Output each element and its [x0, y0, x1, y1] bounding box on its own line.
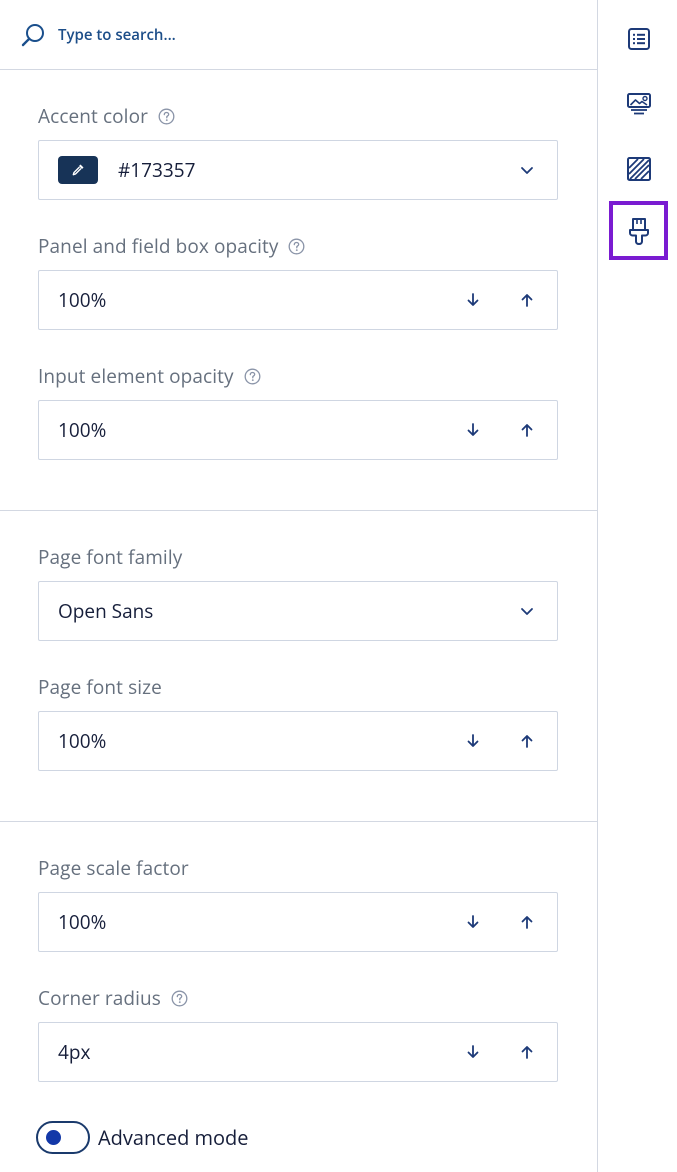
arrow-down-icon — [466, 733, 480, 749]
accent-color-label: Accent color — [38, 103, 558, 129]
decrease-button[interactable] — [459, 727, 487, 755]
eyedropper-icon — [70, 162, 86, 178]
search-input[interactable] — [58, 24, 558, 45]
decrease-button[interactable] — [459, 1038, 487, 1066]
panel-opacity-field: Panel and field box opacity 100% — [38, 233, 558, 330]
decrease-button[interactable] — [459, 416, 487, 444]
accent-color-value: #173357 — [118, 157, 196, 183]
corner-radius-label: Corner radius — [38, 985, 558, 1011]
pattern-icon — [626, 156, 652, 182]
sidebar-item-image-settings[interactable] — [609, 74, 668, 133]
increase-button[interactable] — [513, 416, 541, 444]
arrow-up-icon — [520, 733, 534, 749]
scale-factor-value[interactable]: 100% — [39, 909, 459, 935]
paint-brush-icon — [627, 216, 651, 246]
corner-radius-field: Corner radius 4px — [38, 985, 558, 1082]
help-icon[interactable] — [171, 990, 188, 1007]
arrow-up-icon — [520, 914, 534, 930]
decrease-button[interactable] — [459, 908, 487, 936]
increase-button[interactable] — [513, 727, 541, 755]
image-settings-icon — [626, 91, 652, 117]
arrow-up-icon — [520, 422, 534, 438]
theme-settings-window: Accent color — [0, 0, 677, 1172]
settings-panel: Accent color — [0, 0, 598, 1172]
search-icon — [20, 22, 46, 48]
help-icon[interactable] — [288, 238, 305, 255]
scale-factor-label: Page scale factor — [38, 855, 558, 881]
accent-color-field: Accent color #173357 — [38, 103, 558, 200]
increase-button[interactable] — [513, 286, 541, 314]
decrease-button[interactable] — [459, 286, 487, 314]
chevron-down-icon[interactable] — [513, 156, 541, 184]
font-size-field: Page font size 100% — [38, 674, 558, 771]
input-opacity-field: Input element opacity 100% — [38, 363, 558, 460]
sidebar-item-theme[interactable] — [609, 201, 668, 260]
panel-opacity-label-text: Panel and field box opacity — [38, 233, 279, 259]
toggle-knob — [46, 1130, 61, 1145]
arrow-down-icon — [466, 914, 480, 930]
accent-color-select[interactable]: #173357 — [38, 140, 558, 200]
advanced-mode-toggle[interactable] — [36, 1121, 90, 1154]
input-opacity-label: Input element opacity — [38, 363, 558, 389]
sidebar — [599, 0, 677, 1172]
advanced-mode-row: Advanced mode — [36, 1121, 249, 1154]
sidebar-item-pattern[interactable] — [609, 139, 668, 198]
font-size-label: Page font size — [38, 674, 558, 700]
arrow-down-icon — [466, 292, 480, 308]
increase-button[interactable] — [513, 1038, 541, 1066]
color-picker-button[interactable] — [58, 156, 98, 184]
font-family-label: Page font family — [38, 544, 558, 570]
font-size-label-text: Page font size — [38, 674, 162, 700]
sidebar-item-list[interactable] — [609, 9, 668, 68]
input-opacity-label-text: Input element opacity — [38, 363, 234, 389]
font-family-value: Open Sans — [58, 598, 154, 624]
scale-factor-label-text: Page scale factor — [38, 855, 189, 881]
arrow-up-icon — [520, 292, 534, 308]
corner-radius-stepper: 4px — [38, 1022, 558, 1082]
arrow-down-icon — [466, 422, 480, 438]
increase-button[interactable] — [513, 908, 541, 936]
section-divider — [0, 821, 597, 822]
arrow-down-icon — [466, 1044, 480, 1060]
panel-opacity-value[interactable]: 100% — [39, 287, 459, 313]
help-icon[interactable] — [244, 368, 261, 385]
section-divider — [0, 510, 597, 511]
chevron-down-icon[interactable] — [513, 597, 541, 625]
help-icon[interactable] — [158, 108, 175, 125]
panel-opacity-label: Panel and field box opacity — [38, 233, 558, 259]
font-family-field: Page font family Open Sans — [38, 544, 558, 641]
accent-color-label-text: Accent color — [38, 103, 148, 129]
list-icon — [627, 27, 651, 51]
font-family-select[interactable]: Open Sans — [38, 581, 558, 641]
input-opacity-value[interactable]: 100% — [39, 417, 459, 443]
font-family-label-text: Page font family — [38, 544, 183, 570]
panel-opacity-stepper: 100% — [38, 270, 558, 330]
advanced-mode-label[interactable]: Advanced mode — [98, 1124, 249, 1151]
corner-radius-label-text: Corner radius — [38, 985, 161, 1011]
input-opacity-stepper: 100% — [38, 400, 558, 460]
scale-factor-stepper: 100% — [38, 892, 558, 952]
scale-factor-field: Page scale factor 100% — [38, 855, 558, 952]
arrow-up-icon — [520, 1044, 534, 1060]
font-size-value[interactable]: 100% — [39, 728, 459, 754]
search-bar — [0, 0, 597, 70]
corner-radius-value[interactable]: 4px — [39, 1039, 459, 1065]
font-size-stepper: 100% — [38, 711, 558, 771]
